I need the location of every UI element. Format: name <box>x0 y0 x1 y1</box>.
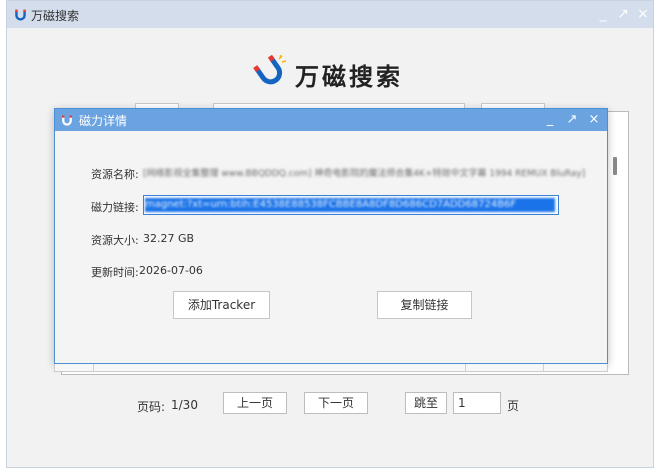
column-divider <box>93 364 94 372</box>
link-label: 磁力链接: <box>91 201 139 214</box>
name-label: 资源名称: <box>91 168 139 181</box>
maximize-button[interactable]: ↗ <box>613 4 633 24</box>
dialog-minimize-button[interactable]: _ <box>541 110 559 130</box>
column-divider <box>543 364 544 372</box>
dialog-title: 磁力详情 <box>79 114 128 128</box>
name-scrollbar[interactable] <box>613 157 617 175</box>
jump-button[interactable]: 跳至 <box>405 392 447 414</box>
dialog-magnet-icon <box>62 115 72 126</box>
magnet-logo-icon <box>253 55 287 85</box>
resource-name-value: [网络影视全集整理 www.BBQDDQ.com] 神奇电影院的魔法师合集4K+… <box>143 169 586 179</box>
logo-text: 万磁搜索 <box>295 63 403 91</box>
close-button[interactable]: × <box>633 4 653 24</box>
size-value: 32.27 GB <box>143 232 195 245</box>
minimize-button[interactable]: _ <box>593 4 613 24</box>
dialog-titlebar[interactable]: 磁力详情 _ ↗ × <box>55 109 607 131</box>
jump-page-input[interactable]: 1 <box>453 392 501 414</box>
next-page-button[interactable]: 下一页 <box>304 392 368 414</box>
magnet-details-dialog: 磁力详情 _ ↗ × 资源名称: [网络影视全集整理 www.BBQDDQ.co… <box>54 108 617 364</box>
add-tracker-button[interactable]: 添加Tracker <box>173 291 270 319</box>
app-magnet-icon <box>15 9 26 21</box>
dialog-close-button[interactable]: × <box>585 110 603 130</box>
time-value: 2026-07-06 <box>139 264 203 277</box>
column-divider <box>465 364 466 372</box>
page-suffix: 页 <box>507 399 520 413</box>
main-titlebar[interactable]: 万磁搜索 _ ↗ × <box>7 1 653 28</box>
page-label: 页码: <box>137 400 166 414</box>
magnet-link-value: magnet:?xt=urn:btih:E4538E88538FCBBE8A8D… <box>145 198 555 212</box>
results-list-footer <box>54 364 608 372</box>
magnet-link-field[interactable]: magnet:?xt=urn:btih:E4538E88538FCBBE8A8D… <box>143 195 559 215</box>
size-label: 资源大小: <box>91 234 139 247</box>
window-title: 万磁搜索 <box>31 9 80 23</box>
page-value: 1/30 <box>171 398 198 412</box>
time-label: 更新时间: <box>91 266 139 279</box>
prev-page-button[interactable]: 上一页 <box>223 392 287 414</box>
dialog-maximize-button[interactable]: ↗ <box>563 110 581 130</box>
copy-link-button[interactable]: 复制链接 <box>377 291 472 319</box>
